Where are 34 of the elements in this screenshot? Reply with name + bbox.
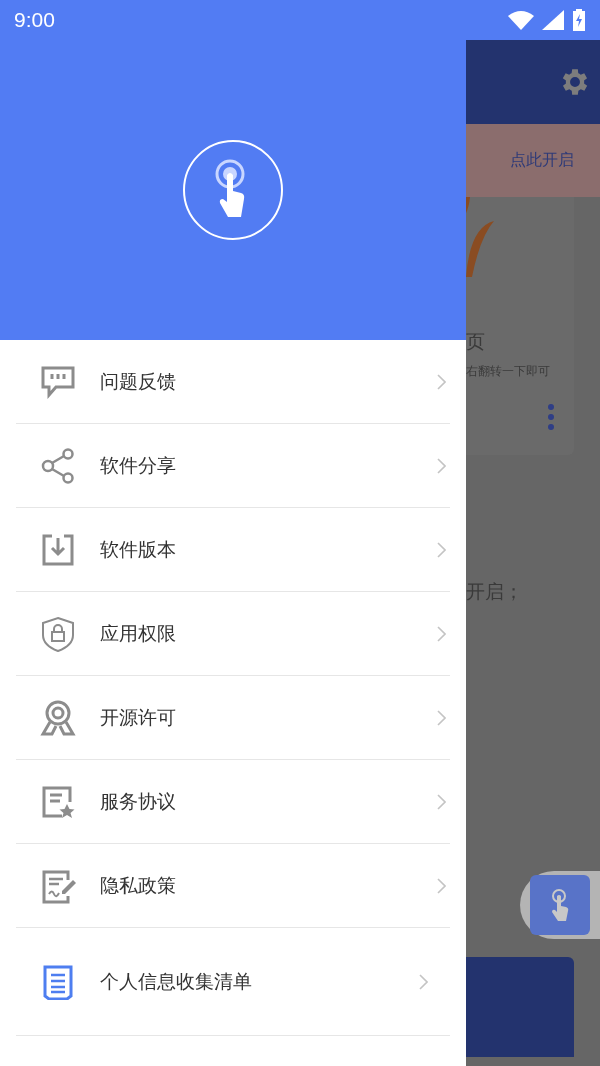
floating-button[interactable] bbox=[530, 875, 590, 935]
tap-gesture-icon bbox=[182, 139, 284, 241]
more-icon[interactable] bbox=[548, 404, 554, 430]
menu-item[interactable]: 隐私政策 bbox=[16, 844, 450, 928]
award-icon bbox=[40, 699, 76, 736]
shield-lock-icon bbox=[40, 615, 76, 652]
chevron-right-icon bbox=[437, 709, 446, 726]
menu-label: 应用权限 bbox=[100, 620, 177, 646]
menu-item[interactable]: 服务协议 bbox=[16, 760, 450, 844]
chevron-right-icon bbox=[437, 877, 446, 894]
menu-item[interactable]: 开源许可 bbox=[16, 676, 450, 760]
menu-label: 服务协议 bbox=[100, 788, 177, 814]
chevron-right-icon bbox=[437, 541, 446, 558]
battery-icon bbox=[572, 9, 586, 31]
chevron-right-icon bbox=[419, 973, 428, 990]
signal-icon bbox=[542, 10, 564, 30]
menu-item[interactable]: 问题反馈 bbox=[16, 340, 450, 424]
status-time: 9:00 bbox=[14, 8, 55, 32]
chevron-right-icon bbox=[437, 457, 446, 474]
wifi-icon bbox=[508, 10, 534, 30]
share-icon bbox=[40, 447, 76, 484]
chevron-right-icon bbox=[437, 793, 446, 810]
menu-label: 软件版本 bbox=[100, 536, 177, 562]
menu-item[interactable]: 软件分享 bbox=[16, 424, 450, 508]
menu-label: 开源许可 bbox=[100, 704, 177, 730]
chevron-right-icon bbox=[437, 625, 446, 642]
menu-label: 问题反馈 bbox=[100, 368, 177, 394]
menu-label: 隐私政策 bbox=[100, 872, 177, 898]
menu-item[interactable]: 应用权限 bbox=[16, 592, 450, 676]
menu-label: 个人信息收集清单 bbox=[100, 968, 253, 994]
menu-item[interactable]: 软件版本 bbox=[16, 508, 450, 592]
chevron-right-icon bbox=[437, 373, 446, 390]
menu-label: 软件分享 bbox=[100, 452, 177, 478]
menu-item[interactable]: 个人信息收集清单 bbox=[16, 928, 450, 1036]
